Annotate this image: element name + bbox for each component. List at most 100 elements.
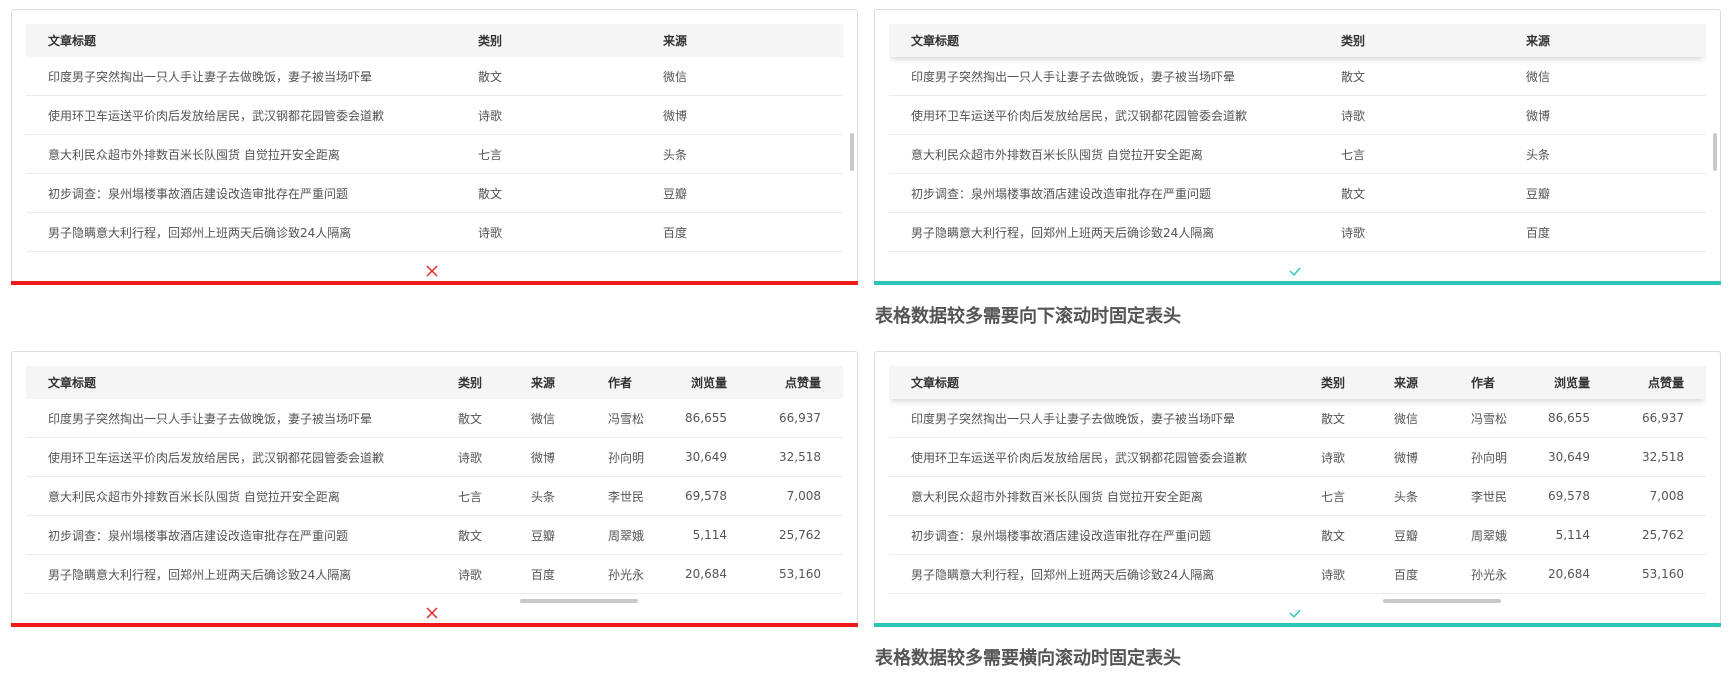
cell-category: 散文 [436,399,509,438]
table-row[interactable]: 意大利民众超市外排数百米长队囤货 自觉拉开安全距离 七言 头条 [889,134,1706,174]
fixed-table-header: 文章标题 类别 来源 作者 浏览量 点赞量 [889,366,1706,399]
horizontal-scroll-example-good: 文章标题 类别 来源 作者 浏览量 点赞量 印度男子突然掏出一只人手让妻子去做晚… [874,351,1721,627]
cell-likes: 32,518 [1612,437,1706,477]
horizontal-scroll-example-bad: 文章标题 类别 来源 作者 浏览量 点赞量 印度男子突然掏出一只人手让妻子去做晚… [11,351,858,627]
header-views[interactable]: 浏览量 [663,366,749,399]
table-viewport[interactable]: 文章标题 类别 来源 作者 浏览量 点赞量 印度男子突然掏出一只人手让妻子去做晚… [889,366,1706,604]
cell-title: 初步调查：泉州塌楼事故酒店建设改造审批存在严重问题 [26,173,456,213]
check-icon [1287,263,1303,279]
vertical-scrollbar[interactable] [850,133,854,171]
vertical-scrollbar[interactable] [1713,133,1717,171]
cell-title: 印度男子突然掏出一只人手让妻子去做晚饭，妻子被当场吓晕 [889,399,1299,438]
cell-views: 69,578 [663,476,749,516]
cell-category: 诗歌 [1299,437,1372,477]
articles-table: 文章标题 类别 来源 印度男子突然掏出一只人手让妻子去做晚饭，妻子被当场吓晕 散文… [889,24,1706,252]
cell-views: 5,114 [663,515,749,555]
header-source[interactable]: 来源 [641,24,843,57]
cell-category: 七言 [1299,476,1372,516]
cell-views: 86,655 [663,399,749,438]
cell-likes: 53,160 [1612,554,1706,594]
cell-category: 散文 [1319,173,1504,213]
header-category[interactable]: 类别 [456,24,641,57]
cell-category: 诗歌 [1319,212,1504,252]
horizontal-scrollbar[interactable] [520,599,638,603]
cell-category: 散文 [456,173,641,213]
table-row[interactable]: 初步调查：泉州塌楼事故酒店建设改造审批存在严重问题 散文 豆瓣 周翠娥 5,114 25,… [26,515,843,555]
table-row[interactable]: 男子隐瞒意大利行程，回郑州上班两天后确诊致24人隔离 诗歌 百度 [26,212,843,252]
cell-author: 冯雪松 [1449,399,1526,438]
cell-category: 诗歌 [1299,554,1372,594]
table-row[interactable]: 使用环卫车运送平价肉后发放给居民，武汉钢都花园管委会道歉 诗歌 微博 孙向明 30,64… [26,437,843,477]
header-author[interactable]: 作者 [586,366,663,399]
table-row[interactable]: 印度男子突然掏出一只人手让妻子去做晚饭，妻子被当场吓晕 散文 微信 冯雪松 86,655… [889,399,1706,438]
cell-source: 头条 [641,134,843,174]
articles-table-wide: 文章标题 类别 来源 作者 浏览量 点赞量 印度男子突然掏出一只人手让妻子去做晚… [889,366,1706,594]
header-views[interactable]: 浏览量 [1526,366,1612,399]
articles-table-wide: 文章标题 类别 来源 作者 浏览量 点赞量 印度男子突然掏出一只人手让妻子去做晚… [26,366,843,594]
header-likes[interactable]: 点赞量 [1612,366,1706,399]
header-title[interactable]: 文章标题 [26,366,436,399]
header-likes[interactable]: 点赞量 [749,366,843,399]
cell-category: 诗歌 [436,437,509,477]
table-row[interactable]: 男子隐瞒意大利行程，回郑州上班两天后确诊致24人隔离 诗歌 百度 孙光永 20,684 5… [26,554,843,594]
cell-source: 微信 [1504,57,1706,96]
table-row[interactable]: 印度男子突然掏出一只人手让妻子去做晚饭，妻子被当场吓晕 散文 微信 [889,57,1706,96]
cell-likes: 25,762 [749,515,843,555]
table-viewport[interactable]: 文章标题 类别 来源 作者 浏览量 点赞量 印度男子突然掏出一只人手让妻子去做晚… [26,366,843,604]
header-source[interactable]: 来源 [1372,366,1449,399]
table-row[interactable]: 印度男子突然掏出一只人手让妻子去做晚饭，妻子被当场吓晕 散文 微信 冯雪松 86,655… [26,399,843,438]
header-source[interactable]: 来源 [509,366,586,399]
table-row[interactable]: 初步调查：泉州塌楼事故酒店建设改造审批存在严重问题 散文 豆瓣 周翠娥 5,114 25,… [889,515,1706,555]
table-row[interactable]: 初步调查：泉州塌楼事故酒店建设改造审批存在严重问题 散文 豆瓣 [26,173,843,213]
table-row[interactable]: 使用环卫车运送平价肉后发放给居民，武汉钢都花园管委会道歉 诗歌 微博 [26,95,843,135]
cell-author: 李世民 [1449,476,1526,516]
table-row[interactable]: 初步调查：泉州塌楼事故酒店建设改造审批存在严重问题 散文 豆瓣 [889,173,1706,213]
table-viewport[interactable]: 文章标题 类别 来源 印度男子突然掏出一只人手让妻子去做晚饭，妻子被当场吓晕 散文… [26,24,843,262]
cell-likes: 25,762 [1612,515,1706,555]
header-author[interactable]: 作者 [1449,366,1526,399]
table-row[interactable]: 意大利民众超市外排数百米长队囤货 自觉拉开安全距离 七言 头条 李世民 69,578 7,… [26,476,843,516]
cell-source: 百度 [509,554,586,594]
header-title[interactable]: 文章标题 [26,24,456,57]
header-title[interactable]: 文章标题 [889,366,1299,399]
cell-title: 印度男子突然掏出一只人手让妻子去做晚饭，妻子被当场吓晕 [889,57,1319,96]
header-title[interactable]: 文章标题 [889,24,1319,57]
check-icon [1287,605,1303,621]
cell-source: 百度 [1372,554,1449,594]
table-viewport[interactable]: 文章标题 类别 来源 印度男子突然掏出一只人手让妻子去做晚饭，妻子被当场吓晕 散文… [889,24,1706,262]
cell-likes: 53,160 [749,554,843,594]
table-row[interactable]: 使用环卫车运送平价肉后发放给居民，武汉钢都花园管委会道歉 诗歌 微博 孙向明 30,64… [889,437,1706,477]
articles-table: 文章标题 类别 来源 印度男子突然掏出一只人手让妻子去做晚饭，妻子被当场吓晕 散文… [26,24,843,252]
vertical-scroll-example-bad: 文章标题 类别 来源 印度男子突然掏出一只人手让妻子去做晚饭，妻子被当场吓晕 散文… [11,9,858,285]
cell-source: 豆瓣 [1372,515,1449,555]
header-category[interactable]: 类别 [436,366,509,399]
cell-views: 30,649 [663,437,749,477]
cell-likes: 66,937 [1612,399,1706,438]
table-row[interactable]: 男子隐瞒意大利行程，回郑州上班两天后确诊致24人隔离 诗歌 百度 孙光永 20,684 5… [889,554,1706,594]
cell-category: 诗歌 [1319,95,1504,135]
table-row[interactable]: 男子隐瞒意大利行程，回郑州上班两天后确诊致24人隔离 诗歌 百度 [889,212,1706,252]
cell-source: 微信 [509,399,586,438]
good-indicator-bar [874,623,1721,627]
header-category[interactable]: 类别 [1319,24,1504,57]
cell-category: 散文 [1299,515,1372,555]
horizontal-scrollbar[interactable] [1383,599,1501,603]
cell-source: 微信 [641,57,843,96]
cell-title: 初步调查：泉州塌楼事故酒店建设改造审批存在严重问题 [889,173,1319,213]
cell-title: 意大利民众超市外排数百米长队囤货 自觉拉开安全距离 [889,476,1299,516]
cell-source: 微信 [1372,399,1449,438]
table-row[interactable]: 意大利民众超市外排数百米长队囤货 自觉拉开安全距离 七言 头条 李世民 69,578 7,… [889,476,1706,516]
cell-title: 男子隐瞒意大利行程，回郑州上班两天后确诊致24人隔离 [889,554,1299,594]
cross-icon [424,263,440,279]
cell-title: 印度男子突然掏出一只人手让妻子去做晚饭，妻子被当场吓晕 [26,57,456,96]
header-category[interactable]: 类别 [1299,366,1372,399]
table-row[interactable]: 使用环卫车运送平价肉后发放给居民，武汉钢都花园管委会道歉 诗歌 微博 [889,95,1706,135]
header-source[interactable]: 来源 [1504,24,1706,57]
cell-views: 20,684 [663,554,749,594]
cell-category: 诗歌 [456,212,641,252]
cell-source: 头条 [1504,134,1706,174]
cell-views: 5,114 [1526,515,1612,555]
table-row[interactable]: 印度男子突然掏出一只人手让妻子去做晚饭，妻子被当场吓晕 散文 微信 [26,57,843,96]
vertical-scroll-example-good: 文章标题 类别 来源 印度男子突然掏出一只人手让妻子去做晚饭，妻子被当场吓晕 散文… [874,9,1721,285]
table-row[interactable]: 意大利民众超市外排数百米长队囤货 自觉拉开安全距离 七言 头条 [26,134,843,174]
